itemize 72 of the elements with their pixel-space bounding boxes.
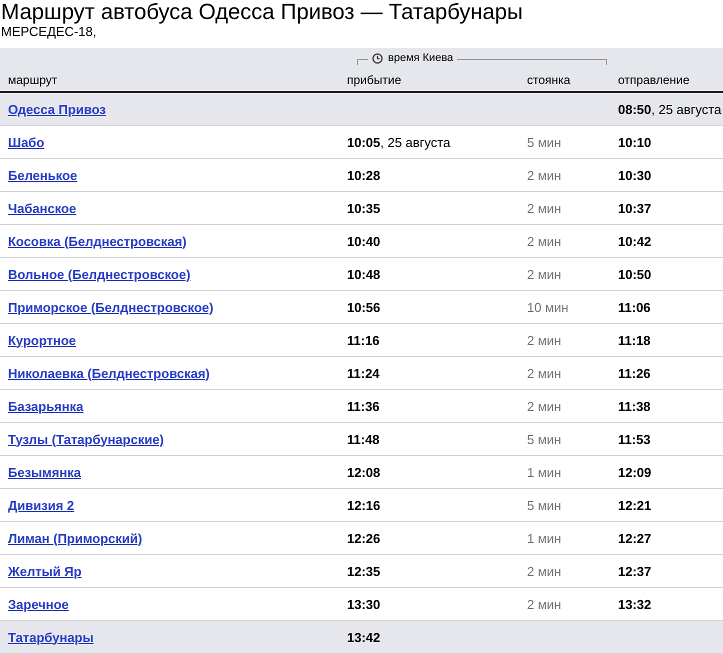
- column-header: отправление: [618, 73, 691, 87]
- arrival-time: 12:26: [347, 530, 380, 546]
- departure-time: 11:38: [618, 398, 651, 414]
- column-header: стоянка: [527, 73, 572, 87]
- arrival-time: 13:42: [347, 630, 380, 644]
- departure-time: 10:42: [618, 234, 652, 248]
- departure-time: 12:09: [618, 464, 652, 480]
- page-title: Маршрут автобуса Одесса Привоз — Татарбунары: [0, 0, 524, 24]
- arrival-time: 11:24: [347, 366, 380, 380]
- arrival-time: 12:35: [347, 564, 380, 578]
- stop-duration: 1 мин: [527, 530, 562, 546]
- station-link[interactable]: Безымянка: [8, 464, 81, 480]
- departure-time: 13:32: [618, 596, 652, 612]
- column-header: маршрут: [8, 73, 58, 87]
- station-link[interactable]: Курортное: [8, 332, 76, 348]
- arrival-time: 10:56: [347, 300, 380, 314]
- stop-duration: 2 мин: [527, 332, 562, 348]
- station-link[interactable]: Чабанское: [8, 200, 76, 216]
- arrival-time: 11:48: [347, 432, 380, 446]
- station-link[interactable]: Вольное (Белднестровское): [8, 266, 190, 282]
- stop-duration: 2 мин: [527, 596, 562, 612]
- station-link[interactable]: Дивизия 2: [8, 498, 74, 512]
- departure-time: 12:27: [618, 530, 652, 546]
- stop-duration: 2 мин: [527, 234, 562, 248]
- station-link[interactable]: Косовка (Белднестровская): [8, 234, 187, 248]
- stop-duration: 5 мин: [527, 134, 562, 150]
- departure-time: 10:37: [618, 200, 652, 216]
- stop-duration: 2 мин: [527, 266, 562, 282]
- arrival-time: 10:40: [347, 234, 380, 248]
- arrival-time: 10:48: [347, 266, 380, 282]
- timezone-label: время Киева: [388, 51, 454, 65]
- stop-duration: 2 мин: [527, 398, 562, 414]
- station-link[interactable]: Лиман (Приморский): [8, 530, 142, 546]
- arrival-time: 11:36: [347, 398, 380, 414]
- station-link[interactable]: Шабо: [8, 134, 44, 150]
- station-link[interactable]: Приморское (Белднестровское): [8, 300, 214, 314]
- departure-time: 11:53: [618, 432, 651, 446]
- station-link[interactable]: Татарбунары: [8, 630, 94, 644]
- station-link[interactable]: Базарьянка: [8, 398, 84, 414]
- departure-time: 11:26: [618, 366, 651, 380]
- stop-duration: 10 мин: [527, 300, 568, 314]
- departure-time: 11:06: [618, 300, 651, 314]
- stop-duration: 2 мин: [527, 200, 562, 216]
- stop-duration: 2 мин: [527, 168, 562, 182]
- arrival-time: 12:08: [347, 464, 380, 480]
- departure-time: 10:30: [618, 168, 652, 182]
- arrival-time: 10:35: [347, 200, 380, 216]
- stop-duration: 5 мин: [527, 432, 562, 446]
- arrival-time: 11:16: [347, 332, 380, 348]
- departure-time: 11:18: [618, 332, 651, 348]
- stop-duration: 1 мин: [527, 464, 562, 480]
- station-link[interactable]: Беленькое: [8, 168, 78, 182]
- station-link[interactable]: Одесса Привоз: [8, 102, 106, 116]
- station-link[interactable]: Желтый Яр: [8, 564, 82, 578]
- stop-duration: 2 мин: [527, 366, 562, 380]
- departure-time: 10:50: [618, 266, 652, 282]
- departure-time: 08:50, 25 августа: [618, 102, 722, 116]
- column-header: прибытие: [347, 73, 402, 87]
- station-link[interactable]: Заречное: [8, 596, 69, 612]
- station-link[interactable]: Николаевка (Белднестровская): [8, 366, 210, 380]
- arrival-time: 12:16: [347, 498, 380, 512]
- arrival-time: 10:05, 25 августа: [347, 134, 450, 150]
- arrival-time: 10:28: [347, 168, 380, 182]
- stop-duration: 2 мин: [527, 564, 562, 578]
- departure-time: 12:21: [618, 498, 652, 512]
- bus-model: МЕРСЕДЕС-18,: [0, 24, 98, 39]
- station-link[interactable]: Тузлы (Татарбунарские): [8, 432, 164, 446]
- arrival-time: 13:30: [347, 596, 380, 612]
- stop-duration: 5 мин: [527, 498, 562, 512]
- clock-icon: [372, 52, 383, 64]
- departure-time: 10:10: [618, 134, 652, 150]
- departure-time: 12:37: [618, 564, 652, 578]
